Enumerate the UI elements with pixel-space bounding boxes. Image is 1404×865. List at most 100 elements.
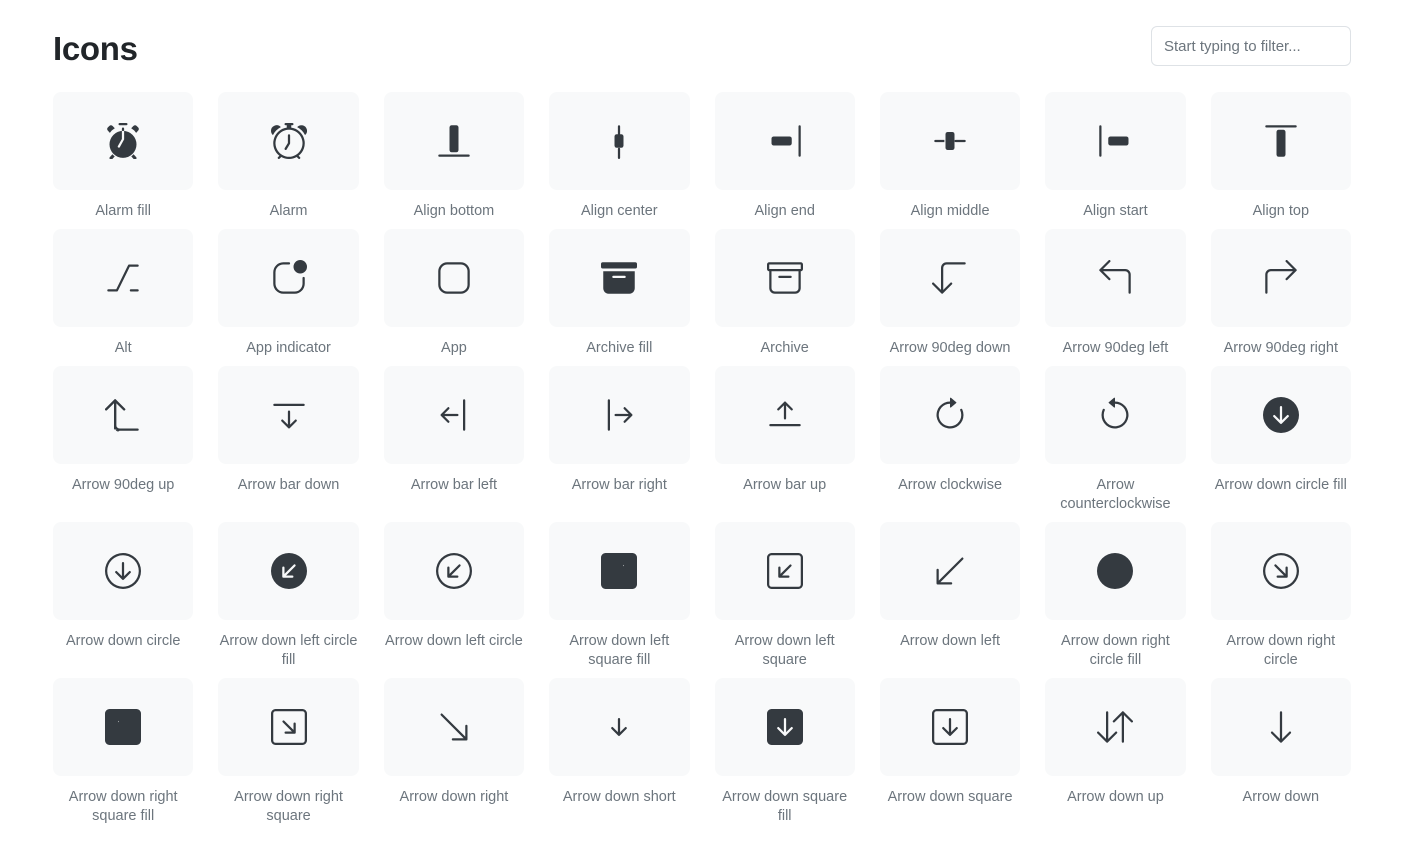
alarm-icon[interactable] [218,92,359,190]
arrow-down-left-square-icon[interactable] [714,522,855,620]
icon-cell[interactable]: Arrow 90deg right [1210,229,1351,358]
arrow-down-short-icon[interactable] [549,678,690,776]
icon-cell[interactable]: Align middle [879,92,1021,221]
icon-label: Arrow 90deg down [889,340,1011,356]
arrow-bar-down-icon[interactable] [218,366,359,464]
arrow-90deg-up-icon[interactable] [53,366,194,464]
icon-label: Arrow down circle fill [1214,477,1347,493]
icon-label: Arrow 90deg left [1062,340,1169,356]
icon-cell[interactable]: Align end [714,92,855,221]
icon-cell[interactable]: Arrow bar down [218,366,359,514]
icon-cell[interactable]: App [383,229,525,358]
icon-cell[interactable]: Arrow down [1210,678,1351,826]
icon-cell[interactable]: Alarm fill [53,92,194,221]
icon-cell[interactable]: Arrow down left [879,522,1021,670]
icon-label: Arrow bar left [410,477,498,493]
icon-cell[interactable]: Arrow counterclockwise [1045,366,1186,514]
arrow-down-left-icon[interactable] [879,522,1021,620]
align-start-icon[interactable] [1045,92,1186,190]
arrow-down-right-circle-fill-icon[interactable] [1045,522,1186,620]
arrow-down-icon[interactable] [1210,678,1351,776]
icon-cell[interactable]: Arrow 90deg down [879,229,1021,358]
icon-cell[interactable]: Arrow down short [549,678,690,826]
icon-label: Arrow down circle [65,633,181,649]
icon-cell[interactable]: Arrow bar right [549,366,690,514]
icon-cell[interactable]: Alt [53,229,194,358]
arrow-counterclockwise-icon[interactable] [1045,366,1186,464]
arrow-down-left-circle-fill-icon[interactable] [218,522,359,620]
arrow-down-up-icon[interactable] [1045,678,1186,776]
icon-cell[interactable]: Arrow down left square fill [549,522,690,670]
arrow-down-left-circle-icon[interactable] [383,522,525,620]
arrow-down-circle-icon[interactable] [53,522,194,620]
arrow-down-circle-fill-icon[interactable] [1210,366,1351,464]
arrow-down-right-square-fill-icon[interactable] [53,678,194,776]
alt-icon[interactable] [53,229,194,327]
icon-cell[interactable]: App indicator [218,229,359,358]
icon-grid: Alarm fill Alarm Align bottom Align center A… [53,92,1351,826]
icon-cell[interactable]: Arrow 90deg left [1045,229,1186,358]
icon-label: Align end [754,203,815,219]
icon-label: Align middle [910,203,990,219]
arrow-90deg-left-icon[interactable] [1045,229,1186,327]
icon-cell[interactable]: Align start [1045,92,1186,221]
icon-label: Archive fill [586,340,653,356]
align-top-icon[interactable] [1210,92,1351,190]
icon-label: Archive [760,340,809,356]
icon-label: Arrow down left square [734,633,835,668]
icon-cell[interactable]: Arrow bar left [383,366,525,514]
arrow-down-square-icon[interactable] [879,678,1021,776]
arrow-clockwise-icon[interactable] [879,366,1021,464]
arrow-down-right-icon[interactable] [383,678,525,776]
arrow-down-right-circle-icon[interactable] [1210,522,1351,620]
icon-cell[interactable]: Align center [549,92,690,221]
filter-input[interactable] [1151,26,1351,66]
icon-cell[interactable]: Arrow down left square [714,522,855,670]
icon-label: Arrow clockwise [898,477,1003,493]
icon-cell[interactable]: Arrow down up [1045,678,1186,826]
arrow-down-left-square-fill-icon[interactable] [549,522,690,620]
icon-cell[interactable]: Arrow 90deg up [53,366,194,514]
icon-label: Alarm [269,203,308,219]
icon-label: Arrow down up [1067,789,1164,805]
align-center-icon[interactable] [549,92,690,190]
icon-cell[interactable]: Arrow down left circle fill [218,522,359,670]
icon-cell[interactable]: Arrow down right [383,678,525,826]
arrow-down-square-fill-icon[interactable] [714,678,855,776]
archive-fill-icon[interactable] [549,229,690,327]
arrow-90deg-right-icon[interactable] [1210,229,1351,327]
icon-cell[interactable]: Arrow bar up [714,366,855,514]
icon-cell[interactable]: Arrow down left circle [383,522,525,670]
align-end-icon[interactable] [714,92,855,190]
icon-label: App [441,340,467,356]
icon-label: Arrow counterclockwise [1060,477,1171,512]
icon-cell[interactable]: Arrow down right circle [1210,522,1351,670]
icon-cell[interactable]: Arrow down right square [218,678,359,826]
icon-cell[interactable]: Archive fill [549,229,690,358]
icon-cell[interactable]: Arrow down circle fill [1210,366,1351,514]
icon-cell[interactable]: Alarm [218,92,359,221]
icon-cell[interactable]: Archive [714,229,855,358]
app-icon[interactable] [383,229,525,327]
icon-cell[interactable]: Arrow clockwise [879,366,1021,514]
icon-label: Arrow down square [887,789,1013,805]
app-indicator-icon[interactable] [218,229,359,327]
align-middle-icon[interactable] [879,92,1021,190]
arrow-bar-left-icon[interactable] [383,366,525,464]
arrow-down-right-square-icon[interactable] [218,678,359,776]
icon-cell[interactable]: Arrow down right circle fill [1045,522,1186,670]
arrow-90deg-down-icon[interactable] [879,229,1021,327]
icon-cell[interactable]: Arrow down square [879,678,1021,826]
alarm-fill-icon[interactable] [53,92,194,190]
icon-cell[interactable]: Arrow down right square fill [53,678,194,826]
icon-cell[interactable]: Align top [1210,92,1351,221]
arrow-bar-right-icon[interactable] [549,366,690,464]
archive-icon[interactable] [714,229,855,327]
icon-cell[interactable]: Arrow down square fill [714,678,855,826]
icon-label: Arrow down left circle [385,633,523,649]
icon-cell[interactable]: Align bottom [383,92,525,221]
icon-cell[interactable]: Arrow down circle [53,522,194,670]
align-bottom-icon[interactable] [383,92,525,190]
arrow-bar-up-icon[interactable] [714,366,855,464]
icon-label: Arrow down right square [234,789,343,824]
